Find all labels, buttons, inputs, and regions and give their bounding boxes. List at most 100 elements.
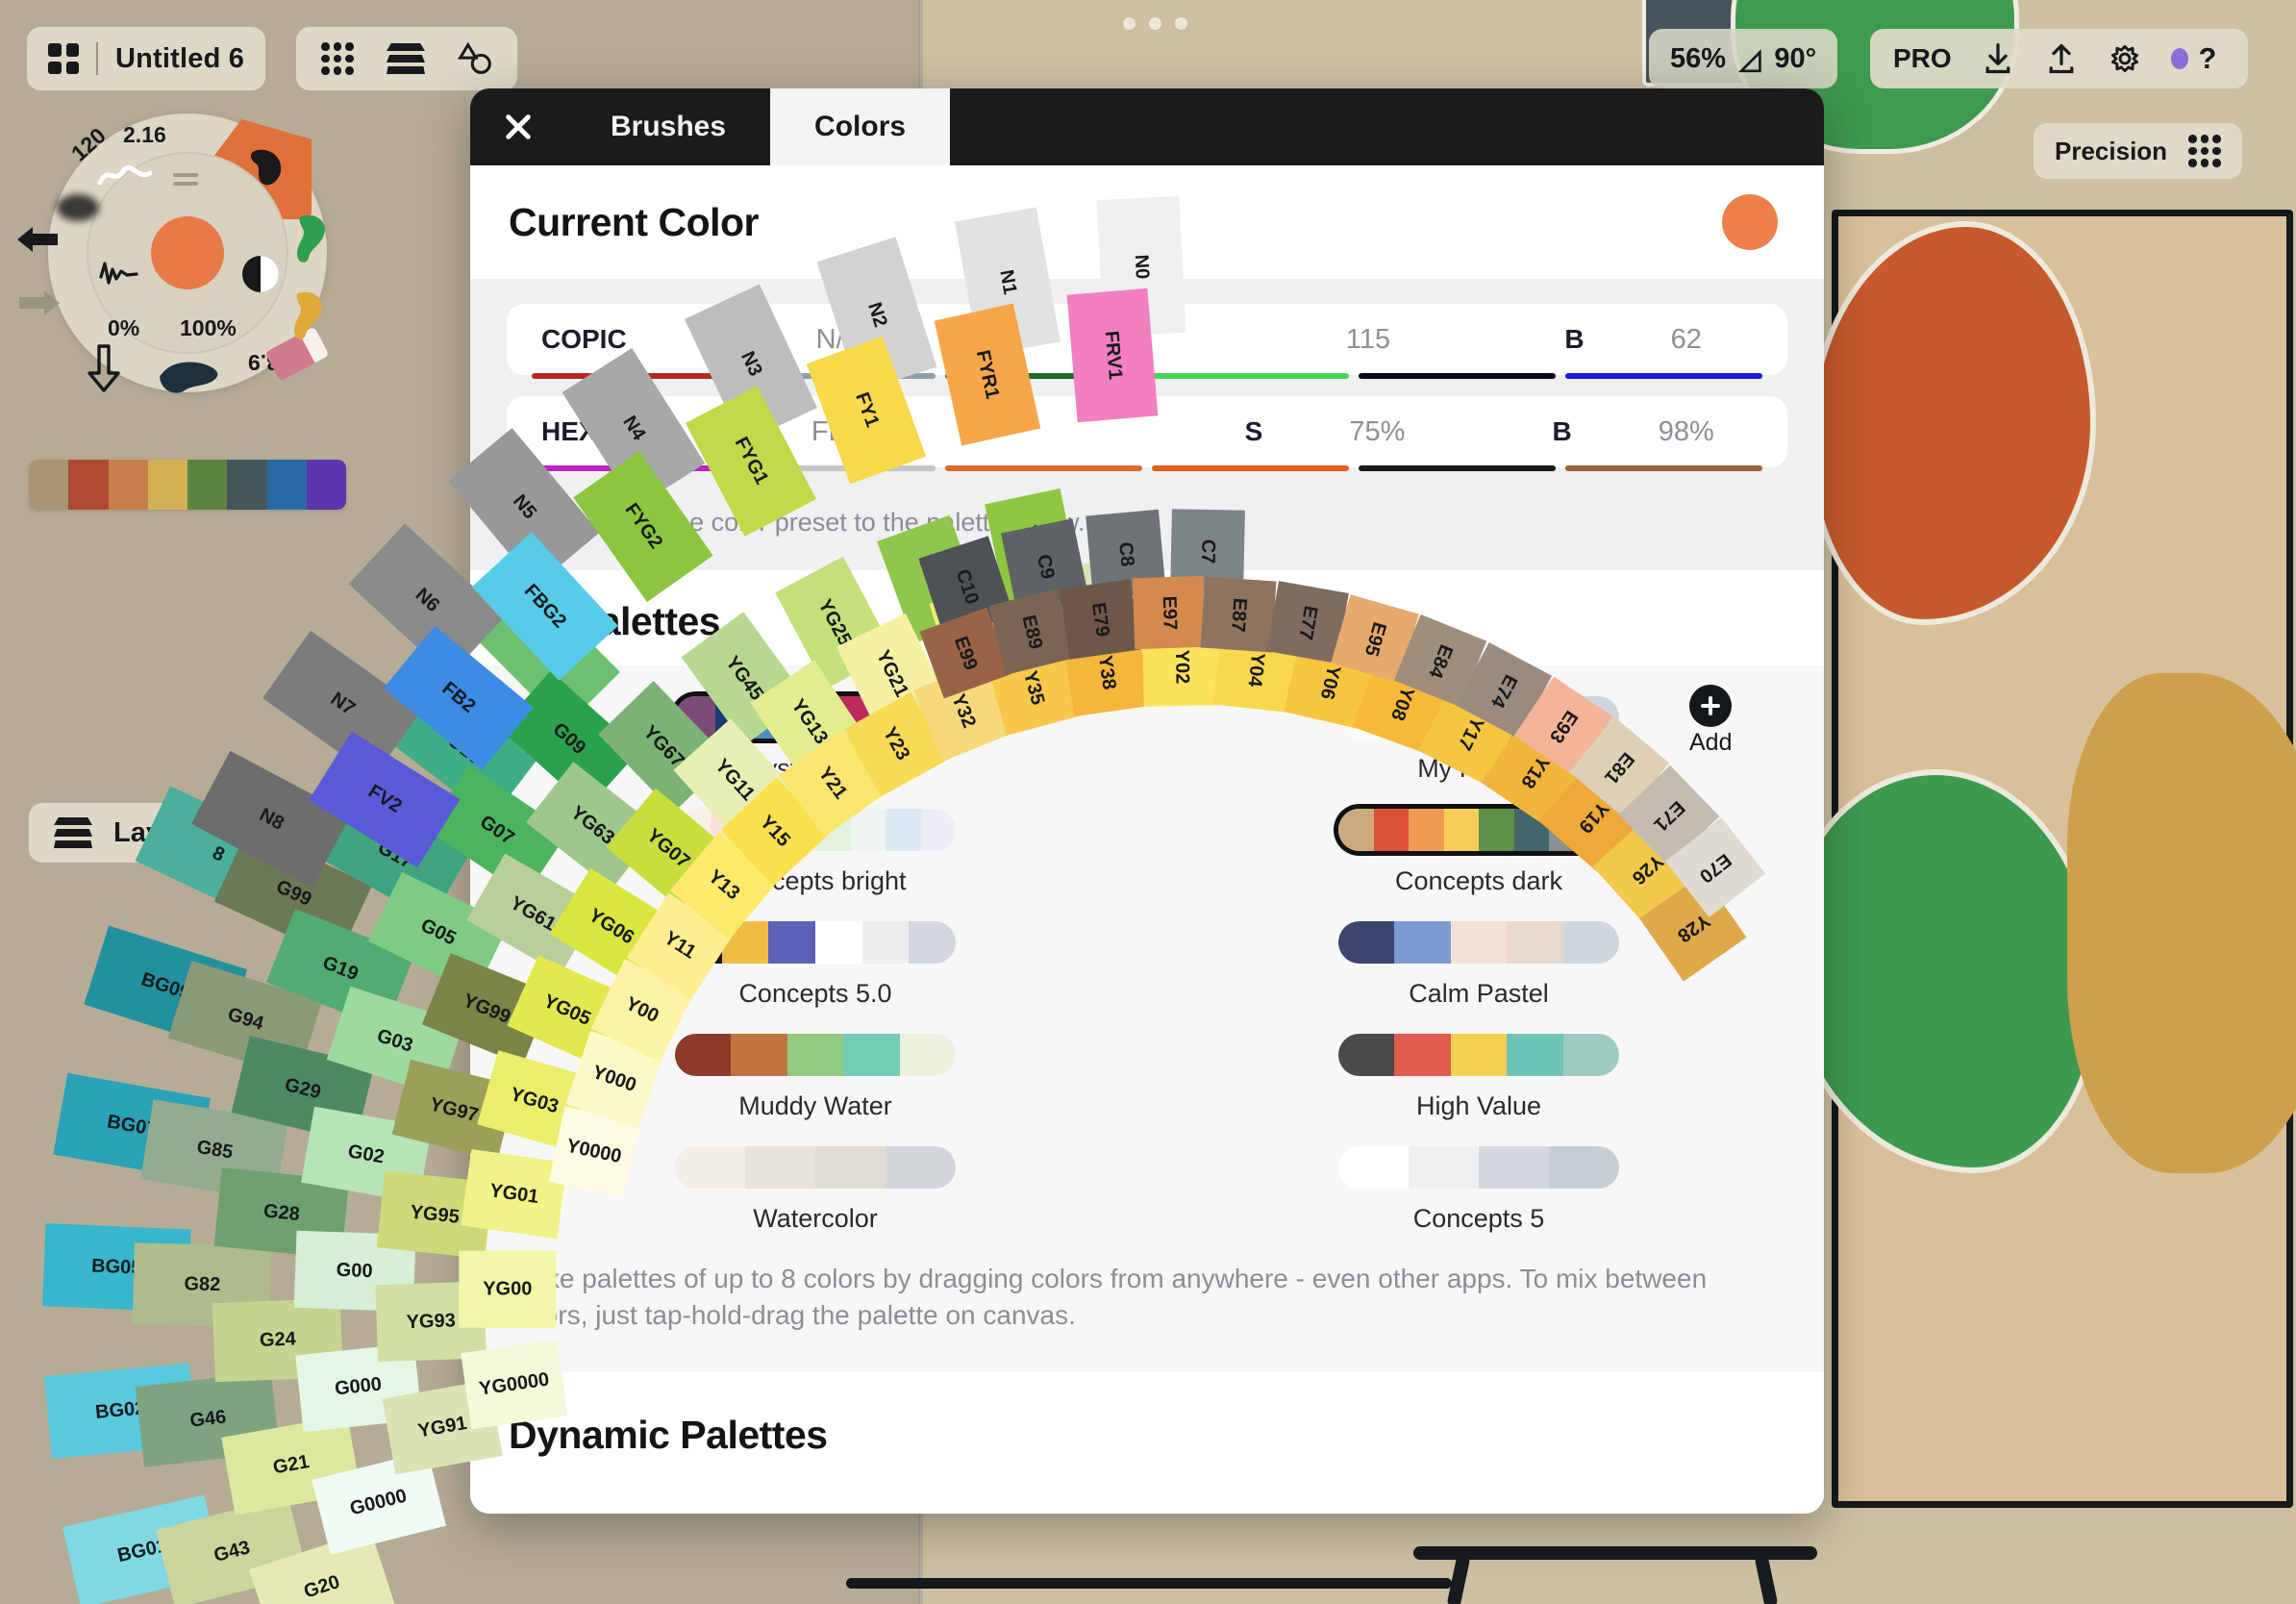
palette-swatch[interactable]: [745, 1146, 815, 1189]
palette-bar[interactable]: [1338, 1146, 1619, 1189]
slider-track[interactable]: [1565, 465, 1762, 471]
palette-swatch[interactable]: [1409, 1146, 1479, 1189]
palette-swatch[interactable]: [68, 460, 109, 510]
precision-bar[interactable]: Precision: [2034, 123, 2243, 179]
gear-icon[interactable]: [2108, 41, 2142, 76]
palette-swatch[interactable]: [266, 460, 307, 510]
brush-green-icon[interactable]: [284, 208, 339, 274]
palette-bar[interactable]: [675, 1146, 956, 1189]
canvas-drag-handle[interactable]: [1123, 17, 1187, 30]
add-color-button[interactable]: Add: [1689, 685, 1732, 757]
slider-track[interactable]: [1152, 465, 1349, 471]
tool-wheel[interactable]: 2.16 120 0% 100% 68.9: [17, 113, 346, 421]
palette-swatch[interactable]: [147, 460, 187, 510]
close-button[interactable]: [470, 88, 566, 165]
palette-swatch[interactable]: [1338, 696, 1385, 739]
slider-track[interactable]: [532, 373, 729, 379]
palette-bar[interactable]: [1338, 1034, 1619, 1076]
palette-swatch[interactable]: [915, 696, 956, 739]
actions-bar[interactable]: PRO ?: [1870, 29, 2248, 88]
palette-swatch[interactable]: [306, 460, 346, 510]
palette-swatch[interactable]: [850, 809, 886, 851]
palette-swatch[interactable]: [227, 460, 267, 510]
palette-swatch[interactable]: [1450, 921, 1508, 964]
slider-track[interactable]: [1152, 373, 1349, 379]
palette-swatch[interactable]: [1338, 921, 1395, 964]
palette-swatch[interactable]: [835, 696, 876, 739]
slider-track[interactable]: [945, 465, 1142, 471]
palette-swatch[interactable]: [815, 809, 851, 851]
palette-swatch[interactable]: [861, 921, 910, 964]
palette-swatch[interactable]: [1450, 1034, 1508, 1076]
palette-swatch[interactable]: [1584, 809, 1619, 851]
current-color-swatch[interactable]: [1722, 194, 1778, 250]
dots-grid-icon[interactable]: [321, 42, 354, 75]
palette-swatch[interactable]: [795, 696, 836, 739]
palette-swatch[interactable]: [909, 921, 956, 964]
precision-label[interactable]: Precision: [2055, 137, 2167, 166]
tool-wheel-color-core[interactable]: [151, 216, 224, 289]
palette-swatch[interactable]: [108, 460, 148, 510]
brush-navy-icon[interactable]: [152, 352, 227, 405]
slider-track[interactable]: [945, 373, 1142, 379]
color-value-row[interactable]: HEX FB7 S 75% B 98%: [507, 396, 1787, 471]
palette-swatch[interactable]: [1479, 809, 1514, 851]
palette-swatch[interactable]: [1572, 696, 1619, 739]
palette-swatch[interactable]: [1394, 921, 1451, 964]
layers-button[interactable]: Layers: [29, 803, 229, 863]
palette-swatch[interactable]: [886, 809, 921, 851]
slider-track[interactable]: [1565, 373, 1762, 379]
pro-badge[interactable]: PRO: [1893, 43, 1952, 74]
palette-item[interactable]: Concepts bright: [495, 797, 1136, 900]
palette-bar[interactable]: [1338, 696, 1619, 739]
document-title[interactable]: Untitled 6: [115, 43, 244, 75]
slider-track[interactable]: [532, 465, 729, 471]
palette-swatch[interactable]: [1507, 1034, 1563, 1076]
palette-swatch[interactable]: [1443, 809, 1479, 851]
palette-bar[interactable]: [1338, 809, 1619, 851]
slider-track[interactable]: [738, 465, 936, 471]
share-icon[interactable]: [2044, 41, 2079, 76]
tab-brushes[interactable]: Brushes: [566, 88, 770, 165]
palette-swatch[interactable]: [1385, 696, 1433, 739]
palette-bar[interactable]: [675, 1034, 956, 1076]
palette-item[interactable]: Concepts 5.0: [495, 910, 1136, 1013]
palette-swatch[interactable]: [920, 809, 956, 851]
tools-bar[interactable]: [296, 27, 517, 90]
palette-swatch[interactable]: [675, 809, 711, 851]
palette-swatch[interactable]: [1432, 696, 1480, 739]
palette-swatch[interactable]: [710, 809, 745, 851]
palette-swatch[interactable]: [1507, 921, 1563, 964]
palette-swatch[interactable]: [1338, 1034, 1395, 1076]
palette-bar[interactable]: [675, 921, 956, 964]
redo-icon[interactable]: [12, 285, 65, 326]
download-icon[interactable]: [1981, 41, 2015, 76]
palette-swatch[interactable]: [1525, 696, 1573, 739]
palette-swatch[interactable]: [29, 460, 69, 510]
gallery-grid-icon[interactable]: [48, 43, 79, 74]
value-row-sliders[interactable]: [507, 373, 1787, 379]
smoothing-icon[interactable]: [98, 258, 140, 295]
palette-item[interactable]: Concepts 5: [1159, 1135, 1799, 1238]
help-icon[interactable]: ?: [2170, 41, 2225, 76]
tab-colors[interactable]: Colors: [770, 88, 951, 165]
precision-grid-icon[interactable]: [2188, 135, 2222, 167]
palette-swatch[interactable]: [875, 696, 916, 739]
slider-track[interactable]: [1359, 373, 1556, 379]
palette-swatch[interactable]: [721, 921, 769, 964]
color-picker-modal[interactable]: Brushes Colors Current Color COPIC N/A 11…: [470, 88, 1824, 1514]
slider-track[interactable]: [1359, 465, 1556, 471]
palette-swatch[interactable]: [886, 1146, 956, 1189]
layers-icon[interactable]: [387, 43, 425, 74]
palette-swatch[interactable]: [1338, 1146, 1409, 1189]
zoom-indicator[interactable]: 56% ◿ 90°: [1649, 29, 1838, 88]
palette-swatch[interactable]: [187, 460, 228, 510]
palette-swatch[interactable]: [714, 696, 756, 739]
palette-swatch[interactable]: [675, 1034, 732, 1076]
palette-swatch[interactable]: [1549, 1146, 1619, 1189]
palette-item[interactable]: High Value: [1159, 1022, 1799, 1125]
palette-swatch[interactable]: [1409, 809, 1444, 851]
palette-swatch[interactable]: [899, 1034, 956, 1076]
shapes-icon[interactable]: [458, 41, 492, 76]
palette-swatch[interactable]: [786, 1034, 844, 1076]
